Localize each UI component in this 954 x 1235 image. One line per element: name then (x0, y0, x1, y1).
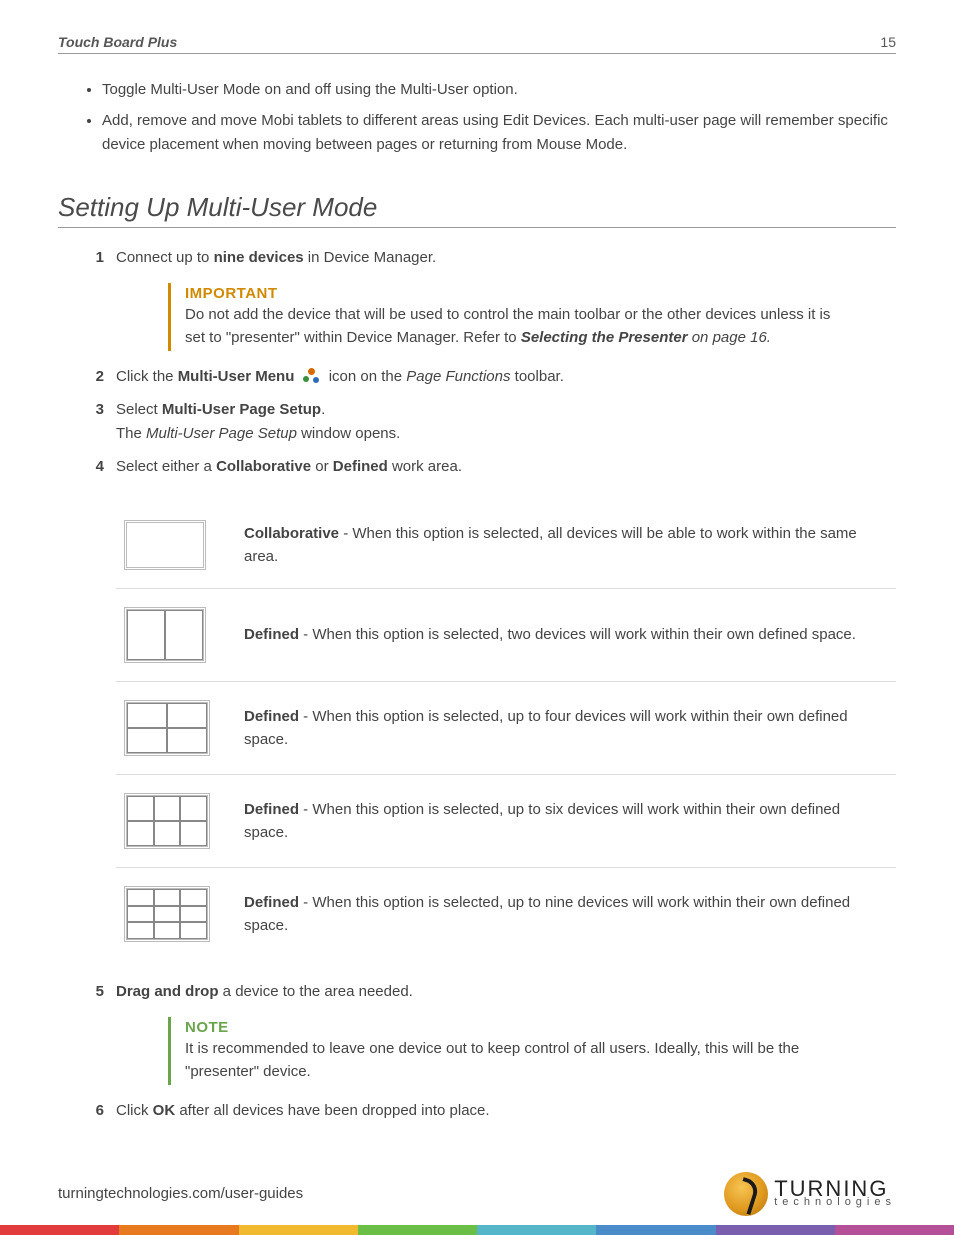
option-label: Collaborative (244, 525, 339, 542)
brand-logo-mark-icon (724, 1172, 768, 1216)
defined-2-icon (124, 607, 206, 663)
text-bold: Defined (333, 458, 388, 475)
text-bold: Collaborative (216, 458, 311, 475)
callout-important: IMPORTANT Do not add the device that wil… (168, 283, 848, 351)
step-number: 2 (80, 365, 104, 388)
intro-bullet: Toggle Multi-User Mode on and off using … (102, 78, 896, 101)
step-body: Select either a Collaborative or Defined… (116, 455, 896, 970)
text: The (116, 425, 146, 442)
brand-logo: TURNING technologies (724, 1172, 896, 1216)
steps-list: 1 Connect up to nine devices in Device M… (80, 246, 896, 269)
callout-label: IMPORTANT (185, 285, 848, 302)
step-body: Select Multi-User Page Setup. The Multi-… (116, 398, 896, 445)
text: Select (116, 401, 162, 418)
stripe-seg (239, 1225, 358, 1235)
text: or (311, 458, 333, 475)
stripe-seg (716, 1225, 835, 1235)
stripe-seg (596, 1225, 715, 1235)
option-row-defined-2: Defined - When this option is selected, … (116, 589, 896, 682)
callout-text: It is recommended to leave one device ou… (185, 1038, 848, 1083)
doc-title: Touch Board Plus (58, 34, 177, 50)
text-bold: Multi-User Menu (178, 368, 295, 385)
option-label: Defined (244, 708, 299, 725)
option-label: Defined (244, 626, 299, 643)
text: window opens. (297, 425, 400, 442)
step-1: 1 Connect up to nine devices in Device M… (80, 246, 896, 269)
text: Click the (116, 368, 178, 385)
text: icon on the (329, 368, 407, 385)
stripe-seg (477, 1225, 596, 1235)
step-number: 1 (80, 246, 104, 269)
text-bold: nine devices (214, 249, 304, 266)
defined-6-icon (124, 793, 210, 849)
page-number: 15 (880, 34, 896, 50)
defined-4-icon (124, 700, 210, 756)
text-bold: Drag and drop (116, 983, 219, 1000)
option-row-defined-4: Defined - When this option is selected, … (116, 682, 896, 775)
steps-list: 2 Click the Multi-User Menu icon on the … (80, 365, 896, 1003)
option-row-defined-9: Defined - When this option is selected, … (116, 868, 896, 961)
step-body: Connect up to nine devices in Device Man… (116, 246, 896, 269)
step-3: 3 Select Multi-User Page Setup. The Mult… (80, 398, 896, 445)
step-number: 6 (80, 1099, 104, 1122)
stripe-seg (0, 1225, 119, 1235)
callout-note: NOTE It is recommended to leave one devi… (168, 1017, 848, 1085)
brand-logo-text: TURNING technologies (774, 1179, 896, 1209)
option-desc: - When this option is selected, two devi… (299, 626, 856, 643)
step-2: 2 Click the Multi-User Menu icon on the … (80, 365, 896, 388)
text: toolbar. (511, 368, 564, 385)
step-number: 5 (80, 980, 104, 1003)
text-bold: Multi-User Page Setup (162, 401, 321, 418)
option-label: Defined (244, 894, 299, 911)
text-italic: Multi-User Page Setup (146, 425, 297, 442)
intro-bullet-list: Toggle Multi-User Mode on and off using … (102, 78, 896, 156)
text-bold: OK (153, 1102, 176, 1119)
work-area-options-table: Collaborative - When this option is sele… (116, 502, 896, 960)
option-desc: - When this option is selected, up to ni… (244, 894, 850, 934)
step-body: Drag and drop a device to the area neede… (116, 980, 896, 1003)
brand-tagline: technologies (774, 1198, 896, 1208)
step-number: 4 (80, 455, 104, 970)
text: . (321, 401, 325, 418)
option-label: Defined (244, 801, 299, 818)
page: Touch Board Plus 15 Toggle Multi-User Mo… (0, 0, 954, 1225)
text: work area. (388, 458, 462, 475)
step-6: 6 Click OK after all devices have been d… (80, 1099, 896, 1122)
step-body: Click OK after all devices have been dro… (116, 1099, 896, 1122)
defined-9-icon (124, 886, 210, 942)
stripe-seg (119, 1225, 238, 1235)
text: in Device Manager. (304, 249, 437, 266)
steps-list: 6 Click OK after all devices have been d… (80, 1099, 896, 1122)
text: Connect up to (116, 249, 214, 266)
intro-bullet: Add, remove and move Mobi tablets to dif… (102, 109, 896, 156)
option-desc: - When this option is selected, up to fo… (244, 708, 848, 748)
option-row-collaborative: Collaborative - When this option is sele… (116, 502, 896, 589)
text: Click (116, 1102, 153, 1119)
step-5: 5 Drag and drop a device to the area nee… (80, 980, 896, 1003)
xref-link[interactable]: Selecting the Presenter (521, 329, 688, 346)
footer-url[interactable]: turningtechnologies.com/user-guides (58, 1185, 303, 1202)
step-4: 4 Select either a Collaborative or Defin… (80, 455, 896, 970)
footer-color-stripe (0, 1225, 954, 1235)
callout-label: NOTE (185, 1019, 848, 1036)
stripe-seg (358, 1225, 477, 1235)
text: Select either a (116, 458, 216, 475)
text: after all devices have been dropped into… (175, 1102, 489, 1119)
callout-text: Do not add the device that will be used … (185, 304, 848, 349)
stripe-seg (835, 1225, 954, 1235)
text: on page 16. (688, 329, 771, 346)
text-italic: Page Functions (406, 368, 510, 385)
collaborative-icon (124, 520, 206, 570)
section-heading: Setting Up Multi-User Mode (58, 192, 896, 228)
option-row-defined-6: Defined - When this option is selected, … (116, 775, 896, 868)
step-number: 3 (80, 398, 104, 445)
running-header: Touch Board Plus 15 (58, 34, 896, 54)
text: a device to the area needed. (219, 983, 413, 1000)
option-desc: - When this option is selected, up to si… (244, 801, 840, 841)
page-footer: turningtechnologies.com/user-guides TURN… (58, 1163, 896, 1225)
step-body: Click the Multi-User Menu icon on the Pa… (116, 365, 896, 388)
multi-user-menu-icon (303, 368, 321, 384)
